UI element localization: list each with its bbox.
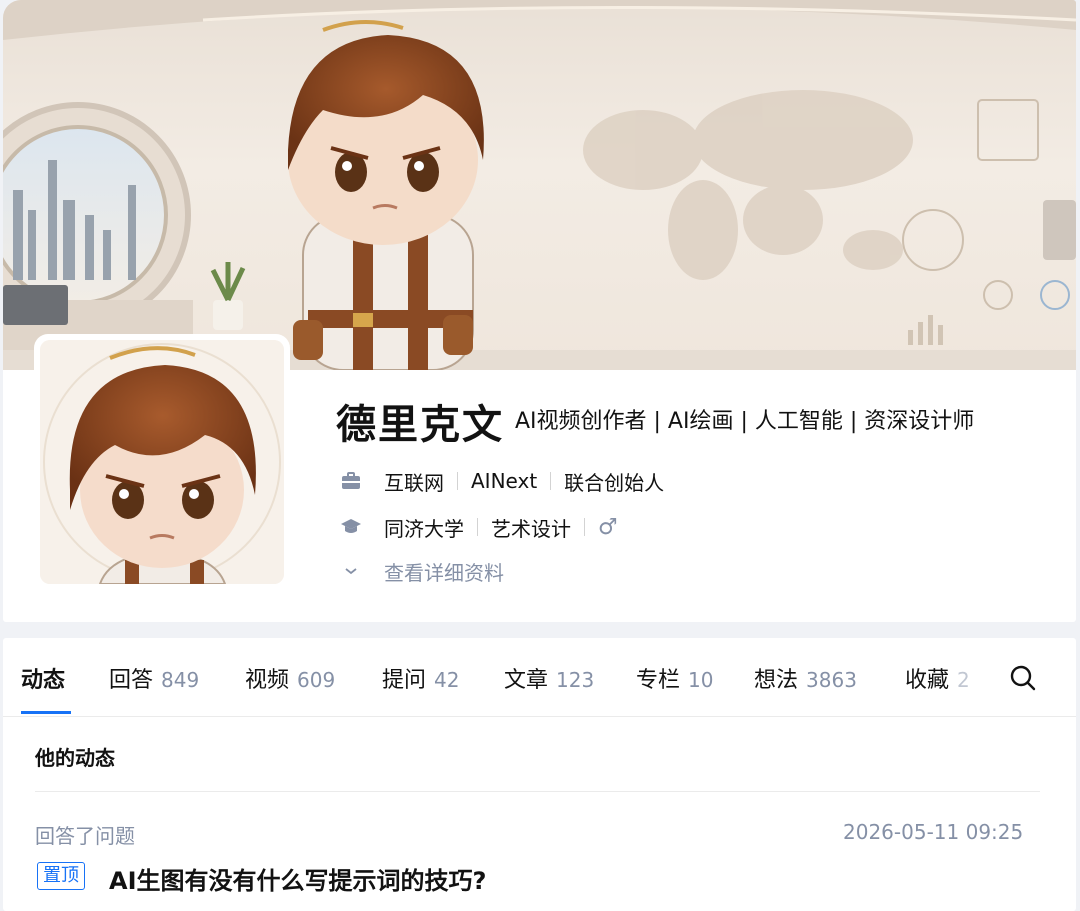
- cover-image: [3, 0, 1076, 370]
- tab-columns[interactable]: 专栏 10: [636, 662, 713, 694]
- education-major: 艺术设计: [491, 516, 571, 541]
- question-title-link[interactable]: AI生图有没有什么写提示词的技巧?: [109, 861, 486, 896]
- activity-card: 动态 回答 849 视频 609 提问 42 文章 123 专栏 10 想法 3863 收藏…: [3, 638, 1076, 911]
- graduation-cap-icon: [340, 516, 362, 538]
- work-position: 联合创始人: [564, 470, 665, 495]
- tab-answers[interactable]: 回答 849: [109, 662, 199, 694]
- tab-questions[interactable]: 提问 42: [382, 662, 459, 694]
- education-school[interactable]: 同济大学: [384, 513, 464, 542]
- tab-activity[interactable]: 动态: [21, 662, 65, 694]
- tab-articles[interactable]: 文章 123: [504, 662, 594, 694]
- education-info: 同济大学 艺术设计 ♂: [340, 512, 618, 542]
- work-company: AINext: [471, 469, 538, 493]
- briefcase-icon: [340, 470, 362, 492]
- profile-name: 德里克文: [336, 402, 504, 448]
- separator: [550, 472, 552, 490]
- work-industry[interactable]: 互联网: [384, 467, 444, 496]
- avatar[interactable]: [34, 334, 290, 590]
- activity-timestamp: 2026-05-11 09:25: [843, 820, 1024, 844]
- tab-collections[interactable]: 收藏 2: [905, 662, 981, 694]
- work-info: 互联网 AINext 联合创始人: [340, 466, 664, 496]
- active-tab-indicator: [21, 711, 71, 714]
- activity-action: 回答了问题: [35, 824, 135, 848]
- tab-videos[interactable]: 视频 609: [245, 662, 335, 694]
- divider: [35, 791, 1040, 792]
- profile-card: 德里克文 AI视频创作者 | AI绘画 | 人工智能 | 资深设计师 互联网 A…: [3, 0, 1076, 622]
- view-more-profile-button[interactable]: 查看详细资料: [340, 556, 504, 586]
- profile-headline: AI视频创作者 | AI绘画 | 人工智能 | 资深设计师: [515, 409, 975, 434]
- separator: [477, 518, 478, 536]
- tab-thoughts[interactable]: 想法 3863: [754, 662, 857, 694]
- male-gender-icon: ♂: [598, 514, 618, 540]
- section-title: 他的动态: [35, 746, 115, 770]
- separator: [457, 472, 458, 490]
- search-button[interactable]: [1009, 664, 1037, 692]
- pinned-badge: 置顶: [37, 862, 85, 890]
- profile-tabs: 动态 回答 849 视频 609 提问 42 文章 123 专栏 10 想法 3863 收藏…: [3, 638, 1076, 717]
- view-more-label: 查看详细资料: [384, 560, 504, 585]
- chevron-down-icon: [340, 560, 362, 582]
- search-icon: [1010, 665, 1036, 691]
- separator: [584, 518, 585, 536]
